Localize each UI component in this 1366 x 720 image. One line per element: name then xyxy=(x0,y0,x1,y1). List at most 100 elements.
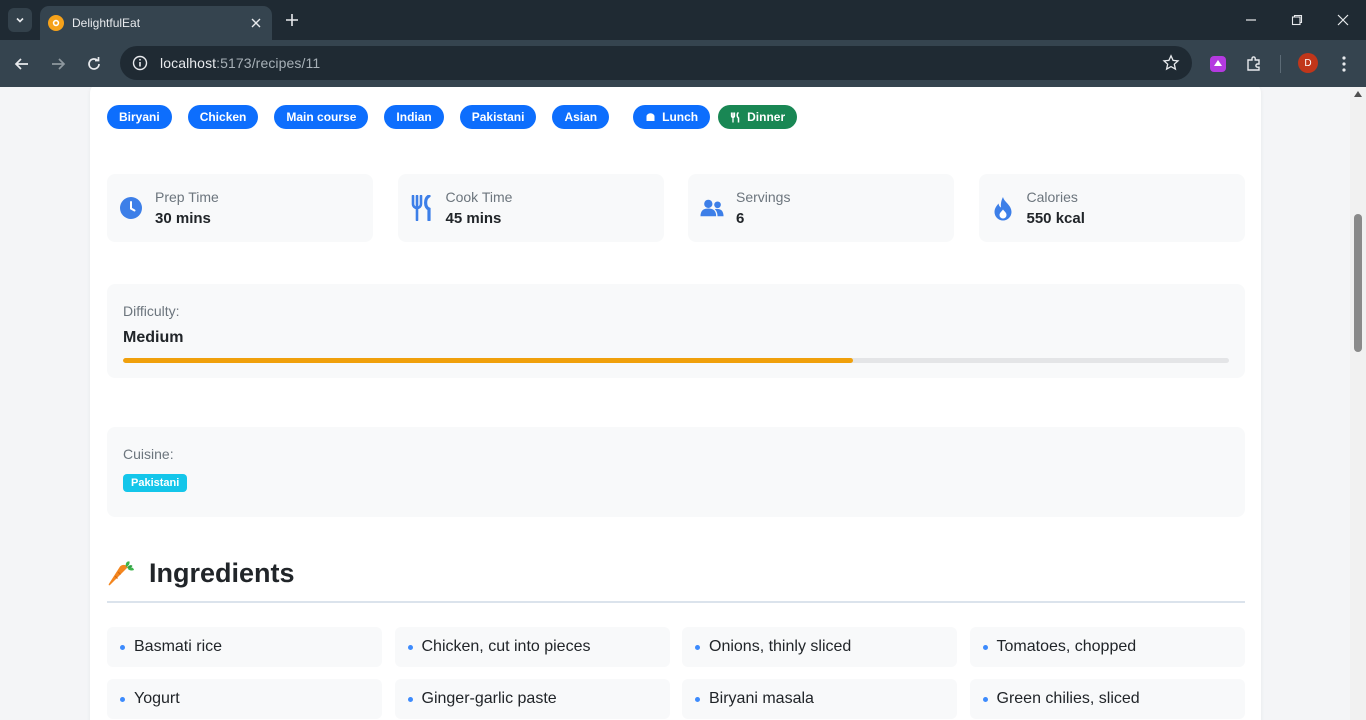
chevron-down-icon xyxy=(16,17,24,23)
meal-badge-lunch[interactable]: Lunch xyxy=(633,105,711,129)
section-divider xyxy=(107,601,1245,603)
url-host: localhost xyxy=(160,55,217,71)
browser-tab-bar: DelightfulEat xyxy=(0,0,1366,40)
bullet-dot xyxy=(695,696,700,702)
tab-search-button[interactable] xyxy=(8,8,32,32)
flame-icon xyxy=(991,196,1015,220)
ingredients-heading: Ingredients xyxy=(107,558,295,589)
browser-tab[interactable]: DelightfulEat xyxy=(40,6,272,40)
recipe-detail-card: Biryani Chicken Main course Indian Pakis… xyxy=(90,87,1261,720)
tag-indian[interactable]: Indian xyxy=(384,105,444,129)
tag-chicken[interactable]: Chicken xyxy=(187,105,259,129)
close-icon xyxy=(251,18,261,28)
ingredient-text: Ginger-garlic paste xyxy=(421,690,557,707)
ingredient-text: Chicken, cut into pieces xyxy=(421,638,591,655)
bullet-dot xyxy=(695,644,700,650)
stat-label: Calories xyxy=(1026,189,1078,205)
stat-label: Cook Time xyxy=(445,189,513,205)
ingredient-item: Onions, thinly sliced xyxy=(682,627,957,667)
extension-app-icon xyxy=(1210,56,1226,72)
stat-value: 6 xyxy=(736,210,745,227)
difficulty-label: Difficulty: xyxy=(123,303,180,319)
difficulty-value: Medium xyxy=(123,329,184,346)
profile-avatar[interactable]: D xyxy=(1298,53,1318,73)
recipe-tags: Biryani Chicken Main course Indian Pakis… xyxy=(107,105,798,129)
new-tab-button[interactable] xyxy=(282,10,302,30)
cuisine-badge[interactable]: Pakistani xyxy=(123,474,188,492)
bullet-dot xyxy=(120,644,125,650)
cuisine-label: Cuisine: xyxy=(123,446,174,462)
close-window-button[interactable] xyxy=(1320,0,1366,40)
toolbar-separator xyxy=(1280,55,1281,73)
stat-servings: Servings 6 xyxy=(688,174,954,242)
ingredient-text: Yogurt xyxy=(134,690,180,707)
ingredient-text: Tomatoes, chopped xyxy=(996,638,1137,655)
stat-value: 30 mins xyxy=(155,210,211,227)
ingredient-item: Basmati rice xyxy=(107,627,382,667)
reload-button[interactable] xyxy=(82,52,106,76)
extensions-menu-button[interactable] xyxy=(1242,52,1266,76)
ingredients-list: Basmati rice Chicken, cut into pieces On… xyxy=(107,627,1245,719)
bullet-dot xyxy=(982,644,988,650)
recipe-stats: Prep Time 30 mins Cook Time 45 mins Serv… xyxy=(107,174,1245,242)
minimize-icon xyxy=(1246,19,1256,21)
minimize-button[interactable] xyxy=(1228,0,1274,40)
ingredient-item: Tomatoes, chopped xyxy=(969,627,1245,667)
close-icon xyxy=(1337,14,1349,26)
utensils-icon xyxy=(410,195,434,221)
tag-asian[interactable]: Asian xyxy=(552,105,610,129)
site-info-icon[interactable] xyxy=(132,55,148,71)
meal-label: Lunch xyxy=(662,110,699,124)
ingredient-item: Green chilies, sliced xyxy=(969,679,1245,719)
stat-cook-time: Cook Time 45 mins xyxy=(397,174,664,242)
meal-badge-dinner[interactable]: Dinner xyxy=(718,105,798,129)
ingredient-item: Yogurt xyxy=(107,679,382,719)
restore-icon xyxy=(1291,14,1303,26)
arrow-right-icon xyxy=(52,58,66,70)
stat-label: Prep Time xyxy=(155,189,219,205)
url-text[interactable]: localhost:5173/recipes/11 xyxy=(160,55,320,71)
scroll-up-arrow-icon[interactable] xyxy=(1354,91,1362,97)
puzzle-icon xyxy=(1247,56,1260,71)
stat-value: 550 kcal xyxy=(1026,210,1085,227)
tag-biryani[interactable]: Biryani xyxy=(107,105,172,129)
difficulty-progress-fill xyxy=(123,358,853,363)
scrollbar-thumb[interactable] xyxy=(1354,214,1362,352)
tab-title: DelightfulEat xyxy=(72,16,141,30)
stat-label: Servings xyxy=(736,189,791,205)
bullet-dot xyxy=(120,696,125,702)
browser-toolbar: localhost:5173/recipes/11 D xyxy=(0,40,1366,87)
browser-menu-button[interactable] xyxy=(1332,52,1356,76)
page-viewport: Biryani Chicken Main course Indian Pakis… xyxy=(0,87,1350,720)
ingredient-text: Green chilies, sliced xyxy=(996,690,1140,707)
users-icon xyxy=(700,196,724,220)
bullet-dot xyxy=(407,696,413,702)
bookmark-star-icon[interactable] xyxy=(1162,54,1180,72)
section-title: Ingredients xyxy=(149,558,295,588)
address-bar[interactable]: localhost:5173/recipes/11 xyxy=(120,46,1192,80)
forward-button[interactable] xyxy=(46,52,70,76)
difficulty-progress-bar xyxy=(123,358,1229,363)
ingredient-text: Biryani masala xyxy=(709,690,814,707)
ingredient-item: Chicken, cut into pieces xyxy=(394,627,670,667)
ingredient-text: Onions, thinly sliced xyxy=(709,638,852,655)
ingredient-item: Biryani masala xyxy=(682,679,957,719)
stat-prep-time: Prep Time 30 mins xyxy=(107,174,373,242)
extension-button[interactable] xyxy=(1206,52,1230,76)
page-scrollbar[interactable] xyxy=(1350,87,1366,720)
difficulty-panel: Difficulty: Medium xyxy=(107,284,1245,378)
stat-value: 45 mins xyxy=(445,210,502,227)
bullet-dot xyxy=(982,696,988,702)
reload-icon xyxy=(88,57,100,70)
tag-pakistani[interactable]: Pakistani xyxy=(459,105,537,129)
more-vertical-icon xyxy=(1342,56,1346,72)
ingredient-item: Ginger-garlic paste xyxy=(394,679,670,719)
cuisine-panel: Cuisine: Pakistani xyxy=(107,427,1245,517)
tag-main-course[interactable]: Main course xyxy=(274,105,369,129)
restore-button[interactable] xyxy=(1274,0,1320,40)
bullet-dot xyxy=(407,644,413,650)
meal-label: Dinner xyxy=(747,110,786,124)
tab-close-button[interactable] xyxy=(248,15,264,31)
plus-icon xyxy=(286,14,298,26)
back-button[interactable] xyxy=(10,52,34,76)
